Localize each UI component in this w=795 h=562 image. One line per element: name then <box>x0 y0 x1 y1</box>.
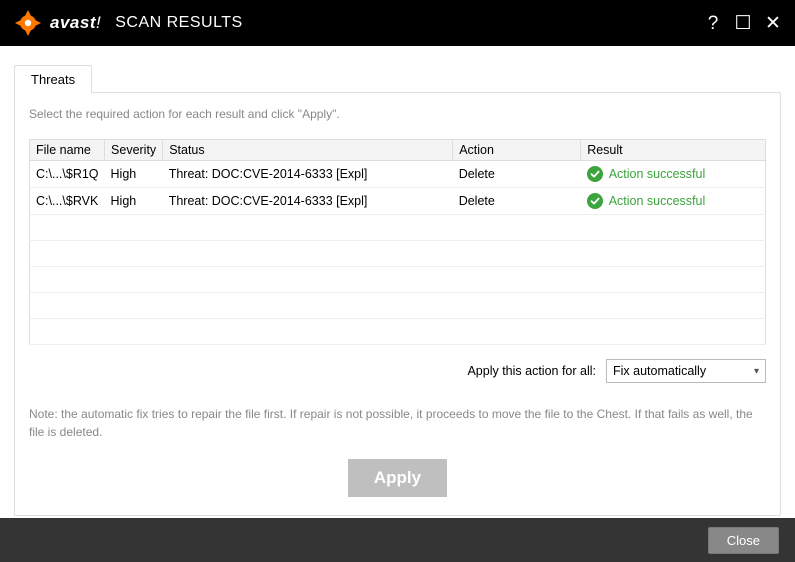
app-logo-text: avast! <box>50 13 101 33</box>
cell-severity: High <box>105 188 163 215</box>
table-row-empty <box>30 267 766 293</box>
col-header-status[interactable]: Status <box>163 140 453 161</box>
select-value: Fix automatically <box>613 364 706 378</box>
cell-status: Threat: DOC:CVE-2014-6333 [Expl] <box>163 188 453 215</box>
apply-all-select[interactable]: Fix automatically ▾ <box>606 359 766 383</box>
results-table: File name Severity Status Action Result … <box>29 139 766 345</box>
titlebar: avast! SCAN RESULTS ? ☐ ✕ <box>0 0 795 46</box>
window-title: SCAN RESULTS <box>115 14 243 32</box>
result-text: Action successful <box>609 194 706 208</box>
tab-threats[interactable]: Threats <box>14 65 92 94</box>
help-icon[interactable]: ? <box>703 14 723 33</box>
close-icon[interactable]: ✕ <box>763 14 783 33</box>
cell-status: Threat: DOC:CVE-2014-6333 [Expl] <box>163 161 453 188</box>
result-text: Action successful <box>609 167 706 181</box>
app-logo: avast! SCAN RESULTS <box>12 7 243 39</box>
cell-file: C:\...\$RVK <box>30 188 105 215</box>
cell-file: C:\...\$R1Q <box>30 161 105 188</box>
footer: Close <box>0 518 795 562</box>
check-circle-icon <box>587 193 603 209</box>
threats-panel: Threats Select the required action for e… <box>14 92 781 516</box>
table-row-empty <box>30 319 766 345</box>
col-header-file[interactable]: File name <box>30 140 105 161</box>
cell-action: Delete <box>453 161 581 188</box>
table-row[interactable]: C:\...\$R1Q High Threat: DOC:CVE-2014-63… <box>30 161 766 188</box>
chevron-down-icon: ▾ <box>754 366 759 377</box>
table-row-empty <box>30 293 766 319</box>
cell-result: Action successful <box>581 161 766 188</box>
col-header-action[interactable]: Action <box>453 140 581 161</box>
apply-all-label: Apply this action for all: <box>467 364 596 378</box>
instruction-text: Select the required action for each resu… <box>29 107 766 121</box>
table-row-empty <box>30 241 766 267</box>
cell-severity: High <box>105 161 163 188</box>
table-row[interactable]: C:\...\$RVK High Threat: DOC:CVE-2014-63… <box>30 188 766 215</box>
table-row-empty <box>30 215 766 241</box>
avast-logo-icon <box>12 7 44 39</box>
check-circle-icon <box>587 166 603 182</box>
close-button[interactable]: Close <box>708 527 779 554</box>
maximize-icon[interactable]: ☐ <box>733 14 753 33</box>
cell-action: Delete <box>453 188 581 215</box>
col-header-result[interactable]: Result <box>581 140 766 161</box>
note-text: Note: the automatic fix tries to repair … <box>29 405 766 441</box>
apply-button[interactable]: Apply <box>348 459 447 497</box>
cell-result: Action successful <box>581 188 766 215</box>
col-header-severity[interactable]: Severity <box>105 140 163 161</box>
